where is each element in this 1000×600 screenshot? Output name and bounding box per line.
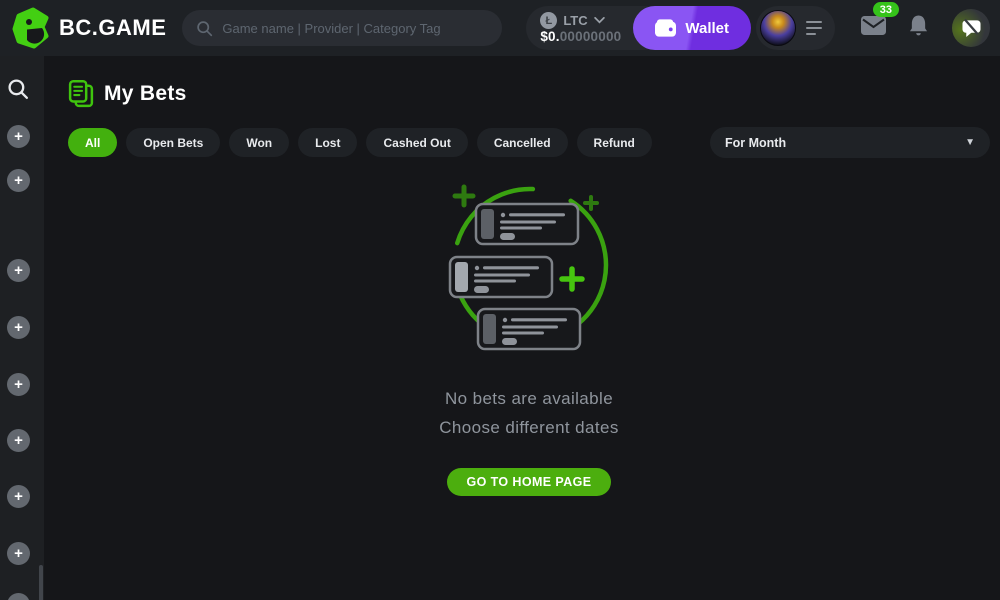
filter-pill-cancelled[interactable]: Cancelled xyxy=(477,128,568,157)
sidebar-item-1[interactable]: + xyxy=(7,125,30,148)
my-bets-icon xyxy=(68,80,94,108)
empty-message-line2: Choose different dates xyxy=(439,418,619,438)
sidebar-item-8[interactable]: + xyxy=(7,542,30,565)
mail-icon xyxy=(861,16,886,35)
search-icon xyxy=(7,78,30,101)
filter-pill-won[interactable]: Won xyxy=(229,128,289,157)
bcgame-logo-icon xyxy=(12,7,50,49)
bell-icon xyxy=(909,14,928,37)
wallet-button[interactable]: Wallet xyxy=(633,6,751,50)
empty-state: No bets are available Choose different d… xyxy=(68,158,990,496)
sidebar-item-6[interactable]: + xyxy=(7,429,30,452)
sidebar-item-3[interactable]: + xyxy=(7,259,30,282)
page-title: My Bets xyxy=(104,82,187,106)
filter-pill-all[interactable]: All xyxy=(68,128,117,157)
game-search[interactable] xyxy=(182,10,502,46)
top-bar: BC.GAME Ł LTC $0.00000000 Wal xyxy=(0,0,1000,56)
ltc-coin-icon: Ł xyxy=(540,12,557,29)
sidebar-item-7[interactable]: + xyxy=(7,485,30,508)
sidebar-scrollbar-thumb[interactable] xyxy=(39,565,43,600)
filter-pill-open-bets[interactable]: Open Bets xyxy=(126,128,220,157)
period-filter-label: For Month xyxy=(725,136,786,150)
wallet-balance: $0.00000000 xyxy=(540,29,621,44)
topbar-right-cluster: Ł LTC $0.00000000 Wallet xyxy=(526,6,990,50)
my-bets-page: My Bets All Open Bets Won Lost Cashed Out Can… xyxy=(44,56,1000,600)
notifications-button[interactable] xyxy=(909,14,928,42)
profile-menu-icon xyxy=(806,21,822,36)
filter-pill-cashed-out[interactable]: Cashed Out xyxy=(366,128,467,157)
sidebar-item-9[interactable]: + xyxy=(7,593,30,600)
messages-button[interactable]: 33 xyxy=(861,16,886,40)
left-sidebar: + + + + + + + + + xyxy=(0,56,44,600)
filter-pill-lost[interactable]: Lost xyxy=(298,128,357,157)
go-home-button[interactable]: GO TO HOME PAGE xyxy=(447,468,611,496)
empty-message-line1: No bets are available xyxy=(445,389,613,409)
period-filter-dropdown[interactable]: For Month ▼ xyxy=(710,127,990,158)
logo[interactable]: BC.GAME xyxy=(12,7,166,49)
avatar[interactable] xyxy=(760,10,796,46)
logo-text: BC.GAME xyxy=(59,15,166,41)
messages-count-badge: 33 xyxy=(873,2,899,17)
sidebar-item-5[interactable]: + xyxy=(7,373,30,396)
chat-toggle-button[interactable] xyxy=(952,9,990,47)
search-input[interactable] xyxy=(222,21,488,36)
caret-down-icon: ▼ xyxy=(965,137,975,148)
profile-menu[interactable] xyxy=(756,6,835,50)
sidebar-item-4[interactable]: + xyxy=(7,316,30,339)
filter-pill-refund[interactable]: Refund xyxy=(577,128,652,157)
sidebar-item-2[interactable]: + xyxy=(7,169,30,192)
chat-off-icon xyxy=(962,18,981,38)
empty-bets-illustration xyxy=(444,171,614,361)
sidebar-search-button[interactable] xyxy=(7,78,30,106)
wallet-icon xyxy=(655,19,676,37)
currency-code: LTC xyxy=(563,13,587,28)
search-icon xyxy=(196,20,213,37)
wallet-button-label: Wallet xyxy=(685,20,729,37)
chevron-down-icon xyxy=(594,17,605,24)
bet-filters: All Open Bets Won Lost Cashed Out Cancelled Re… xyxy=(68,127,990,158)
